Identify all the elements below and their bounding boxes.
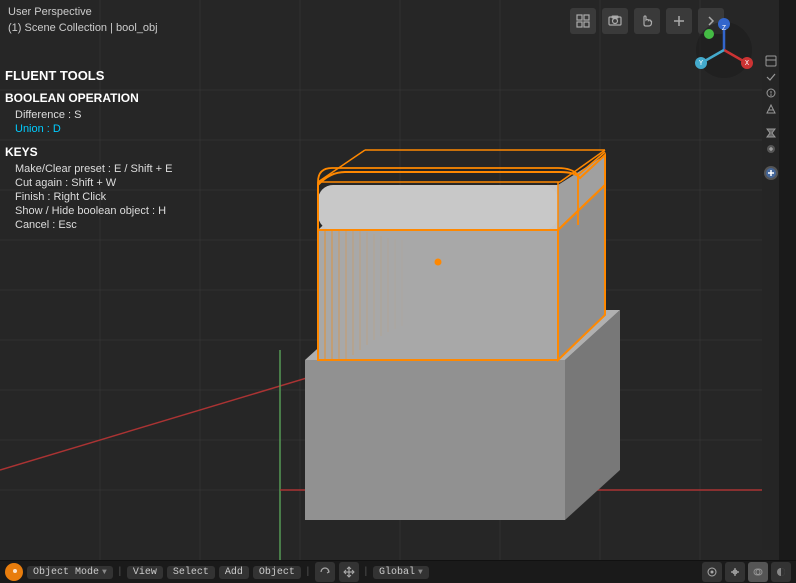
blender-logo	[5, 563, 23, 581]
hand-icon[interactable]	[634, 8, 660, 34]
grid-icon[interactable]	[570, 8, 596, 34]
key-cut-again: Cut again : Shift + W	[15, 177, 172, 189]
key-finish: Finish : Right Click	[15, 191, 172, 203]
scene-collection-label: (1) Scene Collection | bool_obj	[8, 22, 158, 34]
viewport-3d[interactable]: User Perspective (1) Scene Collection | …	[0, 0, 779, 560]
right-panel-icon-2[interactable]	[764, 70, 778, 84]
overlay-panel: FLUENT TOOLS BOOLEAN OPERATION Differenc…	[5, 68, 172, 233]
add-menu-button[interactable]: Add	[219, 566, 249, 579]
fluent-title: FLUENT TOOLS	[5, 68, 172, 83]
separator-2: |	[305, 567, 311, 578]
right-panel-icon-1[interactable]	[764, 54, 778, 68]
view-menu-button[interactable]: View	[127, 566, 163, 579]
select-menu-button[interactable]: Select	[167, 566, 215, 579]
right-panel-icon-5[interactable]	[764, 126, 778, 140]
shading-icon[interactable]	[771, 562, 791, 582]
right-panel-icon-4[interactable]	[764, 102, 778, 116]
rotate-icon[interactable]	[315, 562, 335, 582]
bottom-bar: Object Mode ▼ | View Select Add Object |…	[0, 560, 796, 583]
key-cancel: Cancel : Esc	[15, 219, 172, 231]
object-mode-button[interactable]: Object Mode ▼	[27, 566, 113, 579]
right-panel-icon-3[interactable]	[764, 86, 778, 100]
right-panel-icon-6[interactable]	[764, 142, 778, 156]
object-mode-arrow: ▼	[102, 568, 107, 577]
separator-3: |	[363, 567, 369, 578]
union-op: Union : D	[15, 123, 172, 135]
right-panel	[762, 50, 779, 550]
difference-op: Difference : S	[15, 109, 172, 121]
axis-gizmo[interactable]: Z X Y	[689, 10, 759, 80]
move-icon[interactable]	[339, 562, 359, 582]
key-make-clear: Make/Clear preset : E / Shift + E	[15, 163, 172, 175]
separator-1: |	[117, 567, 123, 578]
keys-section-title: KEYS	[5, 145, 172, 159]
object-menu-button[interactable]: Object	[253, 566, 301, 579]
proportional-editing-icon[interactable]	[702, 562, 722, 582]
svg-text:Z: Z	[722, 25, 726, 33]
boolean-section-title: BOOLEAN OPERATION	[5, 91, 172, 105]
snap-icon[interactable]	[725, 562, 745, 582]
global-button[interactable]: Global ▼	[373, 566, 429, 579]
perspective-label: User Perspective	[8, 6, 92, 18]
global-arrow: ▼	[418, 568, 423, 577]
overlay-icon[interactable]	[748, 562, 768, 582]
camera-icon[interactable]	[602, 8, 628, 34]
right-panel-icon-7[interactable]	[764, 166, 778, 180]
key-show-hide: Show / Hide boolean object : H	[15, 205, 172, 217]
